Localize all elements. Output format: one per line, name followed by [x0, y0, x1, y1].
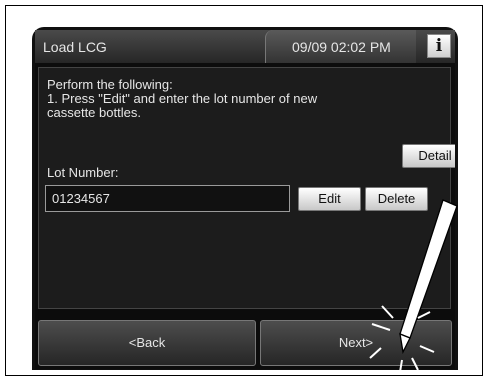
- instruction-line-2: 1. Press "Edit" and enter the lot number…: [47, 91, 318, 106]
- screen-title: Load LCG: [43, 39, 107, 55]
- instruction-line-3: cassette bottles.: [47, 105, 141, 120]
- lot-number-field[interactable]: 01234567: [45, 185, 290, 212]
- lot-number-label: Lot Number:: [47, 165, 119, 180]
- info-icon[interactable]: i: [427, 34, 451, 58]
- detail-button[interactable]: Detail: [402, 144, 455, 168]
- header-bar: Load LCG 09/09 02:02 PM i: [35, 30, 455, 63]
- touch-screen: Load LCG 09/09 02:02 PM i Perform the fo…: [35, 30, 455, 369]
- datetime-panel: 09/09 02:02 PM: [265, 30, 416, 63]
- instruction-line-1: Perform the following:: [47, 77, 173, 92]
- edit-button[interactable]: Edit: [298, 187, 361, 211]
- next-button[interactable]: Next>: [260, 320, 452, 366]
- back-button[interactable]: <Back: [38, 320, 256, 366]
- datetime-text: 09/09 02:02 PM: [292, 39, 391, 55]
- delete-button[interactable]: Delete: [365, 187, 428, 211]
- instructions-text: Perform the following: 1. Press "Edit" a…: [47, 78, 437, 120]
